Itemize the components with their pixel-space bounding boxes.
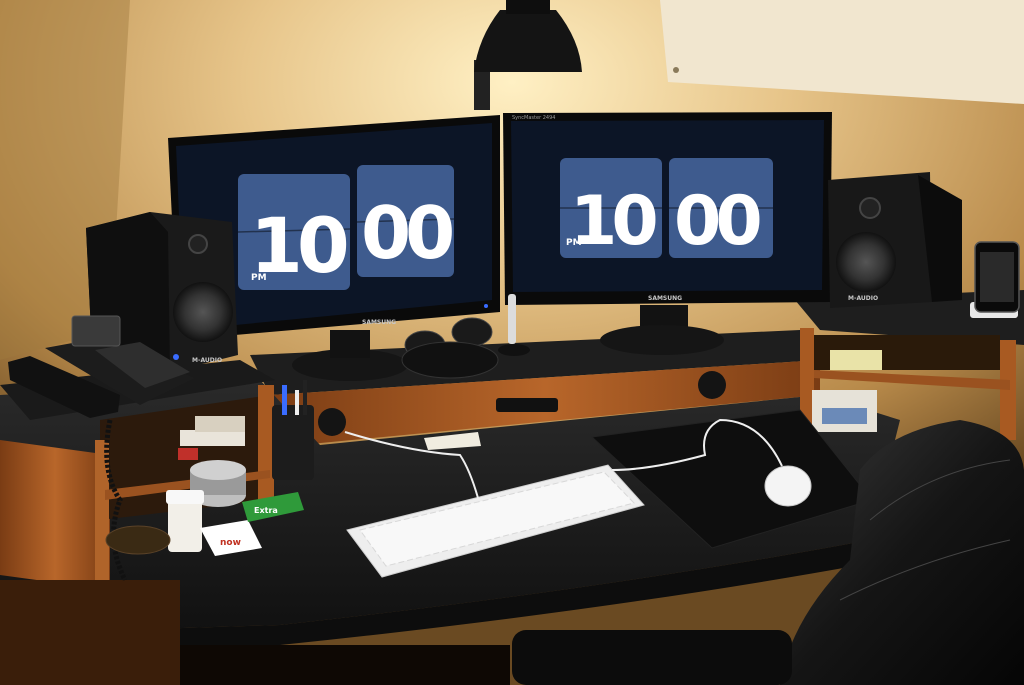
cable-grommet <box>698 371 726 399</box>
left-clock-meridiem: PM <box>251 273 267 283</box>
pen <box>282 385 287 415</box>
left-clock-minutes: 00 <box>361 191 452 275</box>
pen <box>295 390 299 415</box>
right-clock-hours: 10 <box>570 182 656 261</box>
usb-stick-base <box>498 344 530 356</box>
right-speaker: M-AUDIO <box>828 172 962 308</box>
right-monitor-screen <box>511 120 824 292</box>
left-speaker-tweeter <box>188 234 208 254</box>
card-label: now <box>220 538 241 548</box>
shelf-item-red <box>178 448 198 460</box>
phone-display <box>71 315 121 347</box>
lamp-top <box>506 0 550 14</box>
left-cabinet-side <box>0 440 110 590</box>
pill-bottle <box>168 500 202 552</box>
cd-spindle-top <box>190 460 246 480</box>
right-monitor-brand: SAMSUNG <box>648 295 682 302</box>
cable-grommet <box>318 408 346 436</box>
left-speaker-brand: M-AUDIO <box>192 357 222 364</box>
left-speaker-led <box>173 354 179 360</box>
shelf-box <box>195 416 245 432</box>
pen-cup <box>272 405 314 480</box>
left-cabinet-post <box>258 385 274 500</box>
smartphone-screen <box>980 252 1014 302</box>
cabinet-base <box>0 580 180 685</box>
tissue-box-print <box>822 408 867 424</box>
pen <box>303 380 307 415</box>
desk-setup-photo: SAMSUNG 10 00 PM SyncMaster 2494 SAMSUNG… <box>0 0 1024 685</box>
mouse[interactable] <box>764 465 812 507</box>
left-speaker-woofer <box>173 282 233 342</box>
usb-hub <box>496 398 558 412</box>
shelf-box <box>180 430 245 446</box>
right-speaker-woofer <box>836 232 896 292</box>
right-monitor-model: SyncMaster 2494 <box>512 115 555 121</box>
gum-pack-label: Extra <box>254 506 278 515</box>
right-clock-meridiem: PM <box>566 238 582 248</box>
pill-bottle-cap <box>166 490 204 504</box>
usb-stick-stand <box>508 294 516 344</box>
right-speaker-tweeter <box>859 197 881 219</box>
left-monitor-brand: SAMSUNG <box>362 319 396 326</box>
ashtray <box>105 525 171 555</box>
right-clock-minutes: 00 <box>674 182 760 261</box>
left-monitor-neck <box>330 330 370 358</box>
under-desk-shadow <box>180 645 510 685</box>
right-shelf-post <box>1000 340 1016 440</box>
right-monitor-stand <box>600 325 724 355</box>
right-speaker-brand: M-AUDIO <box>848 295 878 302</box>
left-monitor-power-led <box>484 304 488 308</box>
poster-pin <box>673 67 679 73</box>
sticky-notes <box>830 350 882 370</box>
chair-seat <box>512 630 792 685</box>
headphones-stand <box>401 341 499 379</box>
